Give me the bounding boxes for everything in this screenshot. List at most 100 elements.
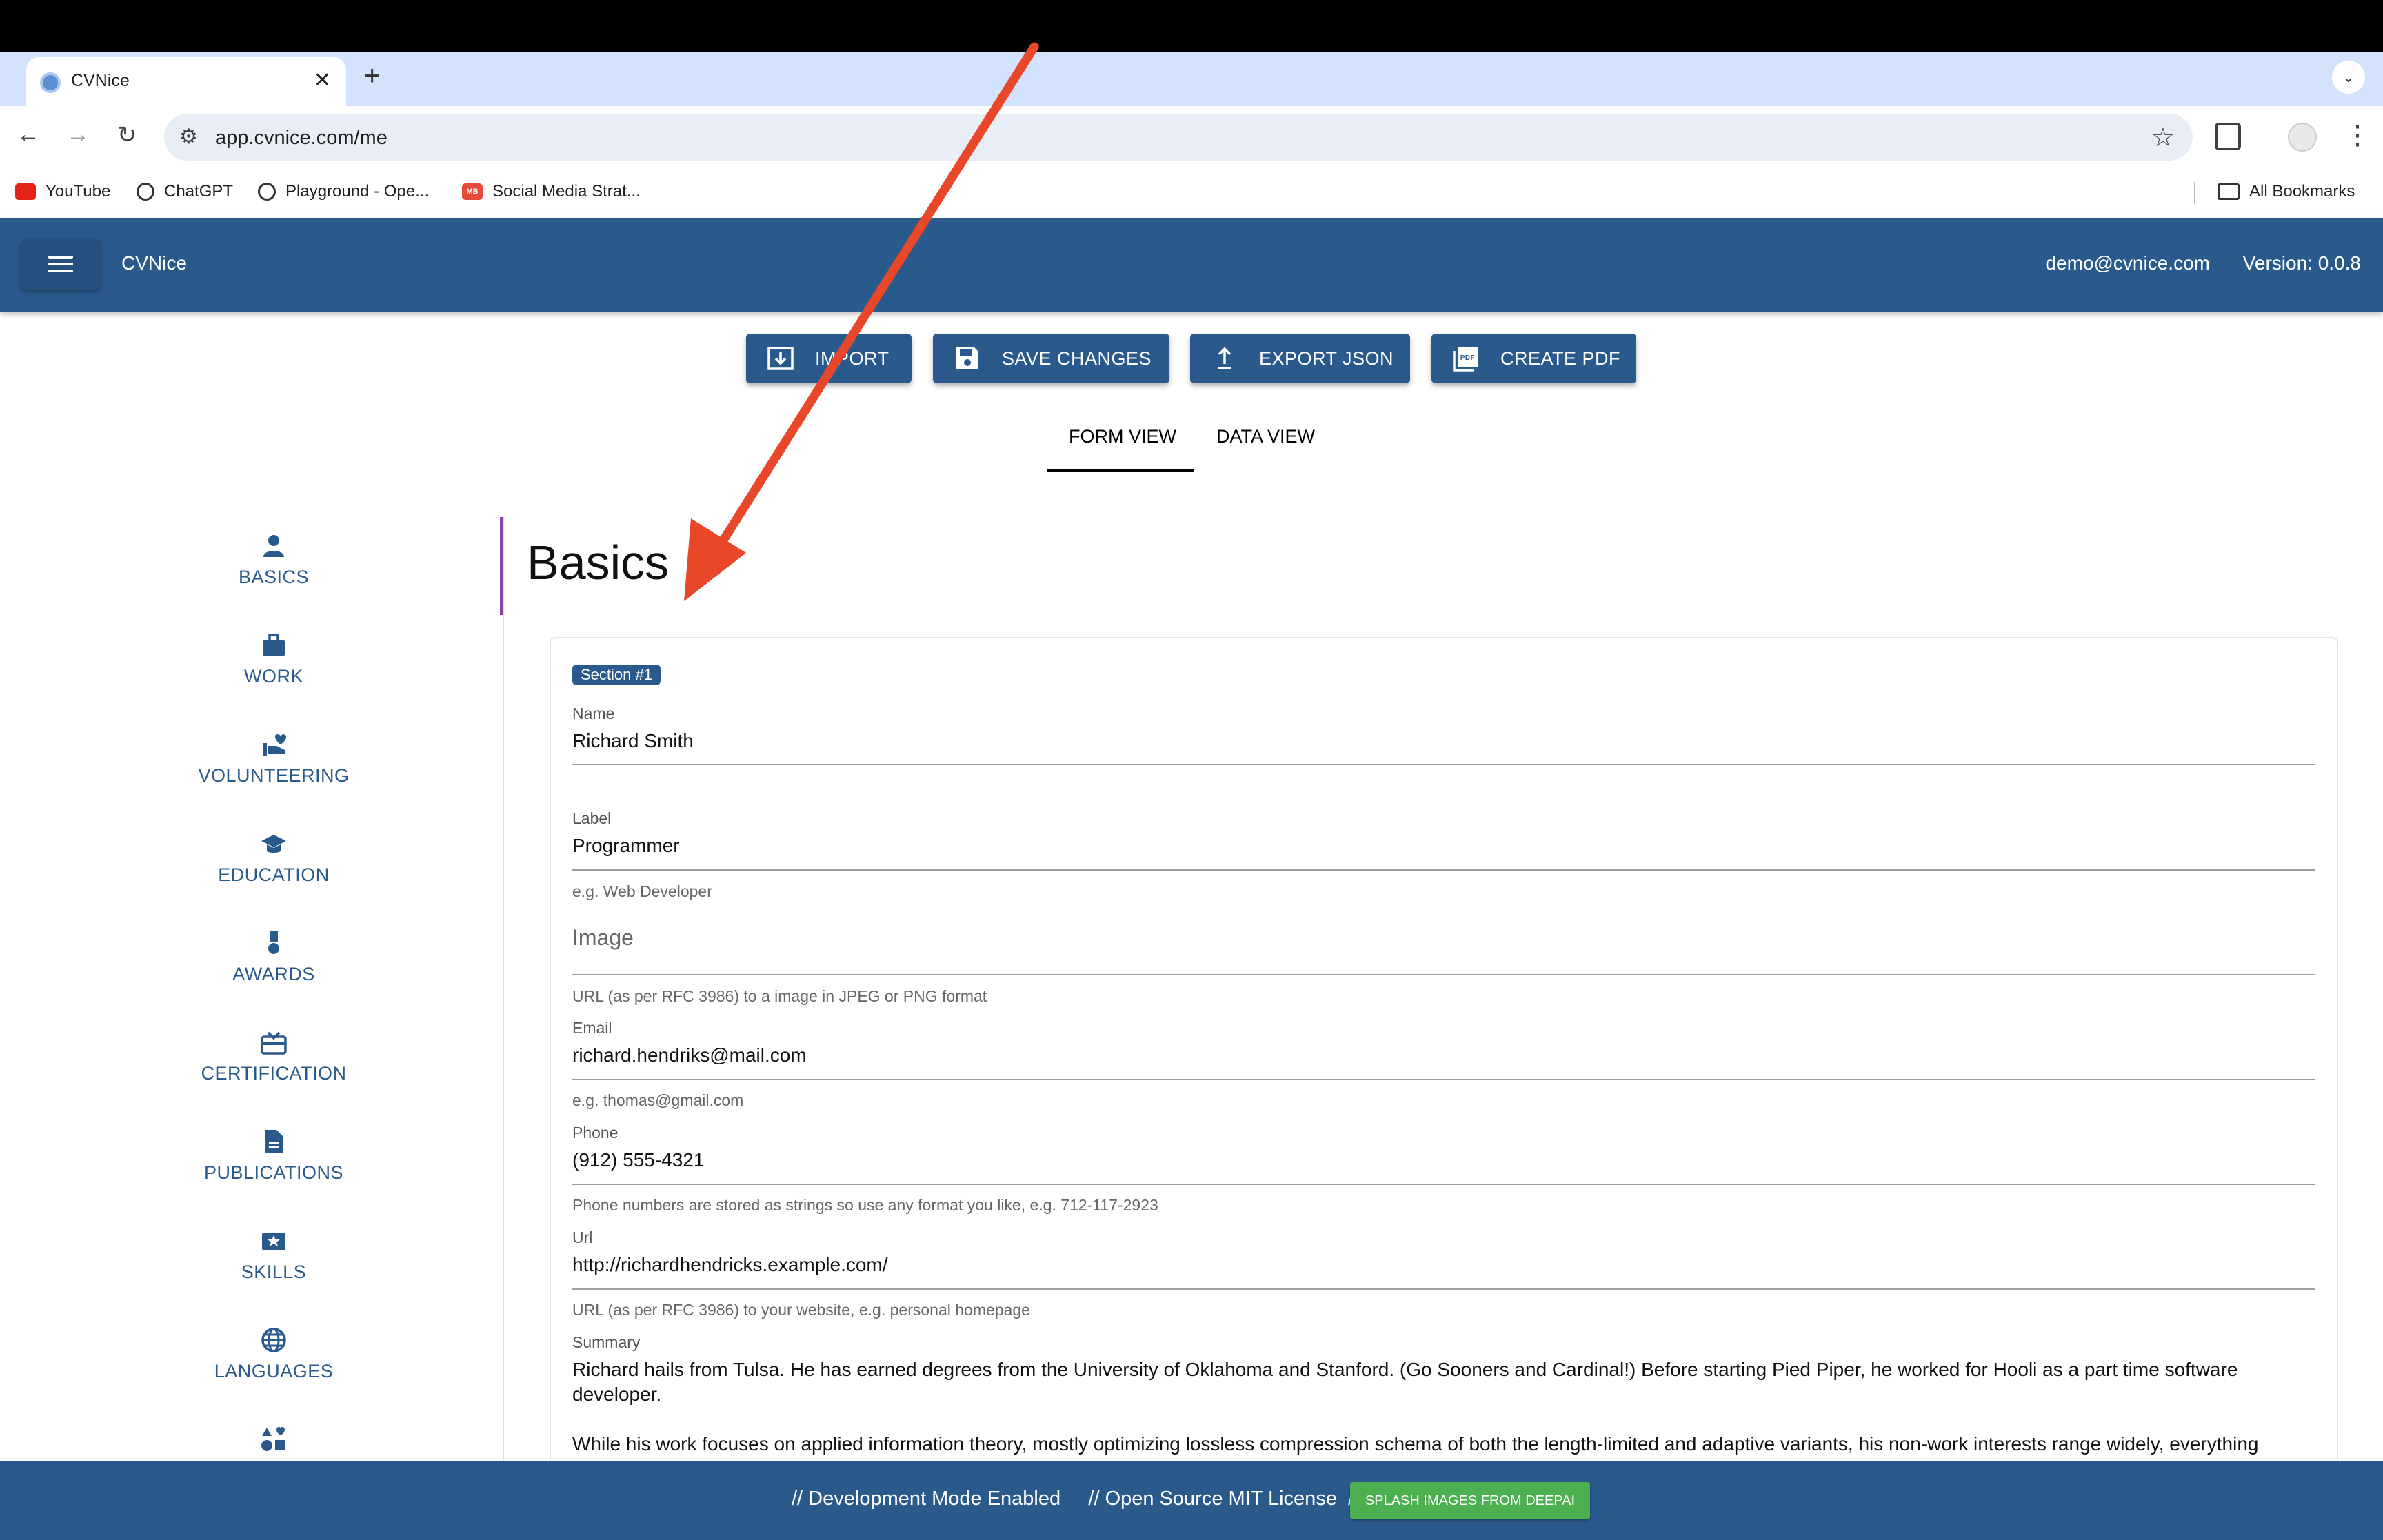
- upload-icon: [1218, 347, 1231, 369]
- reload-icon[interactable]: ↻: [117, 121, 137, 149]
- medal-icon: [268, 931, 279, 954]
- sidebar-item-education[interactable]: EDUCATION: [179, 830, 368, 886]
- save-changes-button[interactable]: SAVE CHANGES: [933, 334, 1169, 383]
- screen-top-bezel: [0, 0, 2383, 52]
- image-field[interactable]: Image: [572, 925, 634, 951]
- bookmark-label: YouTube: [46, 182, 111, 201]
- sidebar-item-volunteering[interactable]: VOLUNTEERING: [179, 731, 368, 787]
- sidebar-item-interests[interactable]: [179, 1426, 368, 1460]
- app-header: CVNice demo@cvnice.com Version: 0.0.8: [0, 218, 2383, 312]
- tab-form-view[interactable]: FORM VIEW: [1069, 426, 1176, 447]
- user-email: demo@cvnice.com: [2045, 252, 2210, 274]
- url-hint: URL (as per RFC 3986) to your website, e…: [572, 1301, 1030, 1319]
- folder-icon: [2218, 183, 2240, 200]
- phone-value[interactable]: (912) 555-4321: [572, 1148, 2315, 1173]
- sidebar-item-label: SKILLS: [241, 1262, 307, 1282]
- name-value[interactable]: Richard Smith: [572, 729, 2315, 753]
- page-title: Basics: [527, 536, 670, 589]
- url-field[interactable]: Url http://richardhendricks.example.com/: [572, 1228, 2315, 1277]
- volunteer-heart-icon: [263, 734, 286, 756]
- app-title: CVNice: [121, 252, 187, 274]
- sidebar-item-label: WORK: [244, 666, 303, 687]
- name-field[interactable]: Name Richard Smith: [572, 705, 2315, 753]
- star-badge-icon: [262, 1233, 285, 1250]
- label-label: Label: [572, 809, 612, 827]
- version-label: Version: 0.0.8: [2242, 252, 2361, 274]
- back-arrow-icon[interactable]: ←: [17, 121, 40, 148]
- email-value[interactable]: richard.hendriks@mail.com: [572, 1043, 2315, 1068]
- summary-paragraph-2[interactable]: While his work focuses on applied inform…: [572, 1432, 2315, 1457]
- bookmark-youtube[interactable]: YouTube: [15, 182, 110, 201]
- sidebar-item-publications[interactable]: PUBLICATIONS: [179, 1128, 368, 1184]
- bookmark-social-media[interactable]: MB Social Media Strat...: [462, 182, 641, 201]
- url-value[interactable]: http://richardhendricks.example.com/: [572, 1253, 2315, 1277]
- sidebar-item-awards[interactable]: AWARDS: [179, 929, 368, 985]
- sidebar-item-label: LANGUAGES: [214, 1361, 334, 1381]
- import-label: IMPORT: [815, 347, 889, 369]
- summary-paragraph-1[interactable]: Richard hails from Tulsa. He has earned …: [572, 1357, 2315, 1407]
- site-settings-icon[interactable]: ⚙: [179, 125, 198, 149]
- tab-data-view[interactable]: DATA VIEW: [1216, 426, 1315, 447]
- briefcase-icon: [263, 634, 285, 656]
- create-pdf-button[interactable]: PDF CREATE PDF: [1431, 334, 1636, 383]
- phone-field[interactable]: Phone (912) 555-4321: [572, 1124, 2315, 1173]
- star-icon[interactable]: ☆: [2151, 122, 2175, 153]
- pdf-icon: PDF: [1453, 347, 1478, 372]
- globe-icon: [40, 72, 61, 93]
- label-value[interactable]: Programmer: [572, 833, 2315, 858]
- sidebar-divider: [503, 517, 504, 1461]
- sidebar-item-languages[interactable]: LANGUAGES: [179, 1326, 368, 1382]
- address-bar[interactable]: ⚙ app.cvnice.com/me ☆: [164, 114, 2193, 161]
- url-label: Url: [572, 1228, 593, 1246]
- label-underline: [572, 869, 2315, 871]
- create-pdf-label: CREATE PDF: [1500, 347, 1621, 369]
- forward-arrow-icon[interactable]: →: [66, 121, 90, 148]
- phone-hint: Phone numbers are stored as strings so u…: [572, 1196, 1158, 1214]
- email-label: Email: [572, 1019, 612, 1037]
- bookmark-label: Playground - Ope...: [285, 182, 430, 201]
- email-underline: [572, 1079, 2315, 1080]
- extensions-icon[interactable]: [2215, 123, 2241, 150]
- avatar[interactable]: [2288, 123, 2317, 152]
- all-bookmarks[interactable]: All Bookmarks: [2218, 182, 2355, 201]
- export-json-button[interactable]: EXPORT JSON: [1190, 334, 1410, 383]
- summary-label: Summary: [572, 1333, 641, 1351]
- label-field[interactable]: Label Programmer: [572, 809, 2315, 858]
- bookmark-playground[interactable]: Playground - Ope...: [258, 182, 429, 201]
- download-icon: [767, 347, 794, 370]
- bookmark-chatgpt[interactable]: ChatGPT: [137, 182, 233, 201]
- footer-text: // Development Mode Enabled // Open Sour…: [792, 1488, 1360, 1510]
- email-field[interactable]: Email richard.hendriks@mail.com: [572, 1019, 2315, 1068]
- chevron-down-icon[interactable]: ⌄: [2332, 61, 2365, 94]
- url-text[interactable]: app.cvnice.com/me: [215, 127, 388, 150]
- youtube-icon: [15, 183, 36, 200]
- new-tab-icon[interactable]: +: [364, 61, 380, 92]
- import-button[interactable]: IMPORT: [746, 334, 912, 383]
- splash-images-button[interactable]: SPLASH IMAGES FROM DEEPAI: [1350, 1482, 1590, 1519]
- sidebar-item-basics[interactable]: BASICS: [179, 532, 368, 588]
- sidebar-item-skills[interactable]: SKILLS: [179, 1227, 368, 1283]
- browser-tab[interactable]: CVNice ✕: [26, 57, 346, 106]
- hamburger-menu-button[interactable]: [21, 239, 101, 290]
- section-accent-bar: [500, 517, 503, 615]
- chatgpt-icon: [137, 183, 154, 201]
- footer-bar: // Development Mode Enabled // Open Sour…: [0, 1461, 2383, 1540]
- more-vert-icon[interactable]: ⋮: [2344, 120, 2371, 151]
- bookmark-label: ChatGPT: [164, 182, 234, 201]
- card-giftcard-icon: [261, 1031, 287, 1055]
- export-json-label: EXPORT JSON: [1259, 347, 1394, 369]
- name-underline: [572, 764, 2315, 765]
- save-icon: [956, 347, 978, 369]
- summary-field[interactable]: Summary Richard hails from Tulsa. He has…: [572, 1333, 2315, 1457]
- phone-underline: [572, 1184, 2315, 1185]
- sidebar-item-label: VOLUNTEERING: [198, 765, 350, 786]
- close-icon[interactable]: ✕: [314, 68, 331, 92]
- all-bookmarks-label: All Bookmarks: [2249, 182, 2355, 201]
- sidebar-item-work[interactable]: WORK: [179, 631, 368, 687]
- person-icon: [263, 535, 284, 557]
- bookmark-label: Social Media Strat...: [492, 182, 641, 201]
- sidebar-item-label: PUBLICATIONS: [203, 1162, 344, 1183]
- sidebar-item-certification[interactable]: CERTIFICATION: [179, 1029, 368, 1084]
- openai-icon: [258, 183, 276, 201]
- url-underline: [572, 1288, 2315, 1290]
